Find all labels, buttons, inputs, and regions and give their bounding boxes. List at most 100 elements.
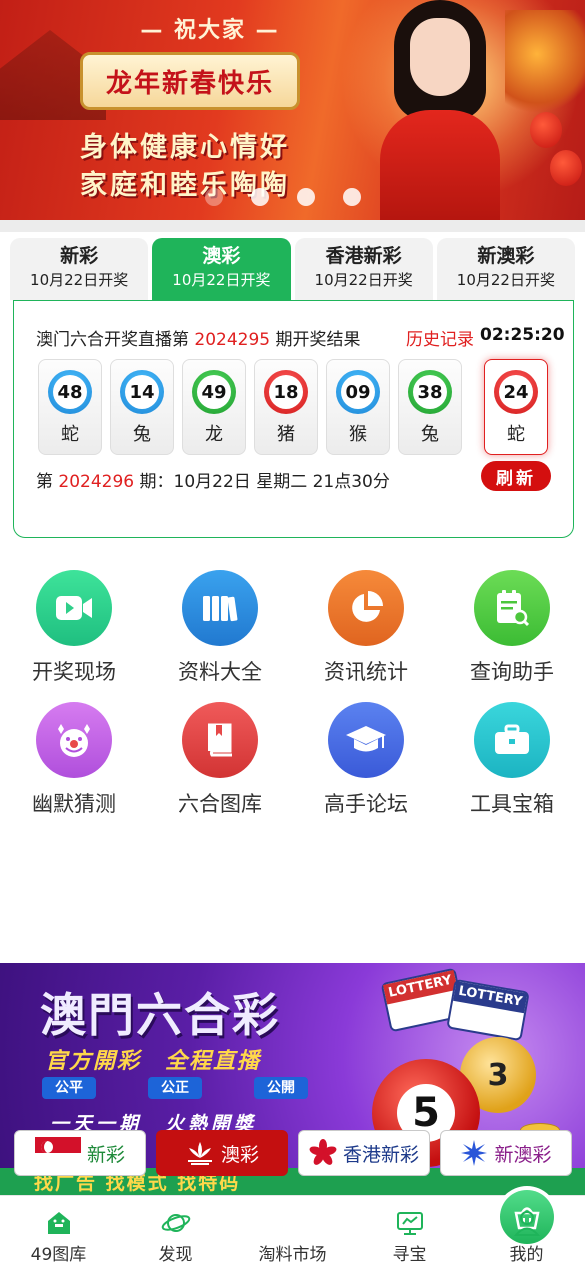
section-divider (0, 220, 585, 232)
carousel-dot[interactable] (297, 188, 315, 206)
result-heading: 澳门六合开奖直播第 2024295 期开奖结果 (36, 330, 361, 350)
grid-label: 工具宝箱 (470, 792, 554, 816)
tab-aocai[interactable]: 澳彩 10月22日开奖 (152, 238, 291, 300)
nav-discover[interactable]: 发现 (117, 1208, 234, 1265)
video-camera-icon (36, 570, 112, 646)
ball-card: 49 龙 (182, 359, 246, 455)
ball-zodiac: 猪 (277, 424, 295, 445)
tab-xincai[interactable]: 新彩 10月22日开奖 (10, 238, 149, 300)
ad-chip: 公正 (148, 1077, 202, 1099)
nav-label: 我的 (509, 1245, 544, 1265)
lotus-icon (187, 1142, 212, 1165)
number-ball: 14 (120, 370, 164, 414)
grid-label: 资料大全 (178, 660, 262, 684)
grid-item-materials[interactable]: 资料大全 (147, 570, 293, 686)
ball-zodiac: 蛇 (61, 424, 79, 445)
result-period: 2024295 (194, 330, 271, 350)
special-ball-card: 24 蛇 (484, 359, 548, 455)
tab-name: 新澳彩 (477, 245, 535, 267)
tab-name: 新彩 (60, 245, 99, 267)
nav-treasure[interactable]: 寻宝 (351, 1208, 468, 1265)
home-icon (0, 1208, 117, 1238)
bottom-nav: 49图库 发现 淘料市场 寻宝 我的 (0, 1186, 585, 1270)
draw-result-panel: 澳门六合开奖直播第 2024295 期开奖结果 历史记录 02:25:20 48… (13, 300, 574, 538)
books-icon (182, 570, 258, 646)
ball-zodiac: 猴 (349, 424, 367, 445)
tab-name: 澳彩 (202, 245, 241, 267)
ball-zodiac: 龙 (205, 424, 223, 445)
special-number-ball: 24 (494, 370, 538, 414)
number-ball: 18 (264, 370, 308, 414)
grid-item-humor-guess[interactable]: 幽默猜测 (1, 702, 147, 818)
ball-zodiac: 兔 (421, 424, 439, 445)
countdown-timer: 02:25:20 (480, 325, 565, 345)
grid-item-gallery[interactable]: 六合图库 (147, 702, 293, 818)
nav-label: 发现 (158, 1245, 193, 1265)
region-button-hongkong[interactable]: 香港新彩 (298, 1130, 430, 1176)
carousel-dot[interactable] (251, 188, 269, 206)
ball-zodiac: 兔 (133, 424, 151, 445)
tab-date: 10月22日开奖 (314, 271, 413, 289)
carousel-dot[interactable] (343, 188, 361, 206)
grid-item-live-draw[interactable]: 开奖现场 (1, 570, 147, 686)
ball-zodiac: 蛇 (507, 424, 525, 445)
nav-mine[interactable]: 我的 (468, 1208, 585, 1265)
tab-hongkong-xincai[interactable]: 香港新彩 10月22日开奖 (294, 238, 433, 300)
toolbox-icon (474, 702, 550, 778)
nav-market[interactable]: 淘料市场 (234, 1186, 558, 1265)
tab-date: 10月22日开奖 (30, 271, 129, 289)
tab-name: 香港新彩 (325, 245, 402, 267)
ad-chips: 公平 公正 公開 (42, 1077, 308, 1099)
top-banner[interactable]: — 祝大家 — 龙年新春快乐 身体健康心情好 家庭和睦乐陶陶 (0, 0, 585, 220)
search-document-icon (474, 570, 550, 646)
star-burst-icon (461, 1140, 488, 1166)
ad-subtitle: 官方開彩 全程直播 (45, 1049, 262, 1074)
nav-label: 49图库 (30, 1245, 87, 1265)
region-button-xinaocai[interactable]: 新澳彩 (440, 1130, 572, 1176)
lantern-decoration (550, 150, 582, 186)
grid-item-statistics[interactable]: 资讯统计 (293, 570, 439, 686)
grid-label: 六合图库 (178, 792, 262, 816)
ad-chip: 公平 (42, 1077, 96, 1099)
carousel-dot[interactable] (205, 188, 223, 206)
history-link[interactable]: 历史记录 (406, 325, 474, 350)
grid-item-expert-forum[interactable]: 高手论坛 (293, 702, 439, 818)
number-ball: 09 (336, 370, 380, 414)
grid-item-toolbox[interactable]: 工具宝箱 (439, 702, 585, 818)
planet-icon (117, 1208, 234, 1238)
lottery-tabs: 新彩 10月22日开奖 澳彩 10月22日开奖 香港新彩 10月22日开奖 新澳… (10, 238, 575, 300)
pie-chart-icon (328, 570, 404, 646)
tab-xinaocai[interactable]: 新澳彩 10月22日开奖 (436, 238, 575, 300)
bauhinia-icon (309, 1139, 337, 1165)
tab-date: 10月22日开奖 (172, 271, 271, 289)
region-button-xincai[interactable]: 新彩 (14, 1130, 146, 1176)
next-draw-info: 第 2024296 期：10月22日 星期二 21点30分 (36, 472, 390, 492)
grid-label: 高手论坛 (324, 792, 408, 816)
ball-card: 48 蛇 (38, 359, 102, 455)
ball-card: 14 兔 (110, 359, 174, 455)
grid-label: 开奖现场 (32, 660, 116, 684)
nav-gallery49[interactable]: 49图库 (0, 1208, 117, 1265)
number-ball: 38 (408, 370, 452, 414)
refresh-button[interactable]: 刷新 (481, 461, 551, 491)
tab-date: 10月22日开奖 (456, 271, 555, 289)
user-icon (468, 1208, 585, 1238)
region-button-aocai[interactable]: 澳彩 (156, 1130, 288, 1176)
album-book-icon (182, 702, 258, 778)
banner-line-1: 身体健康心情好 (80, 132, 290, 163)
ad-title: 澳門六合彩 (40, 988, 280, 1042)
banner-headline: 龙年新春快乐 (105, 68, 274, 99)
number-ball: 48 (48, 370, 92, 414)
nav-label: 淘料市场 (258, 1245, 327, 1265)
region-switcher: 新彩 澳彩 香港新彩 新澳彩 (14, 1130, 572, 1178)
ball-card: 18 猪 (254, 359, 318, 455)
dragon-decoration (505, 10, 585, 120)
next-period: 2024296 (58, 472, 135, 492)
grid-item-query-helper[interactable]: 查询助手 (439, 570, 585, 686)
monitor-icon (351, 1208, 468, 1238)
clown-icon (36, 702, 112, 778)
lottery-ticket-image: LOTTERY (446, 978, 530, 1042)
result-balls: 48 蛇 14 兔 49 龙 18 猪 09 猴 38 兔 24 蛇 (38, 359, 548, 455)
carousel-dots (205, 188, 361, 206)
ad-chip: 公開 (254, 1077, 308, 1099)
